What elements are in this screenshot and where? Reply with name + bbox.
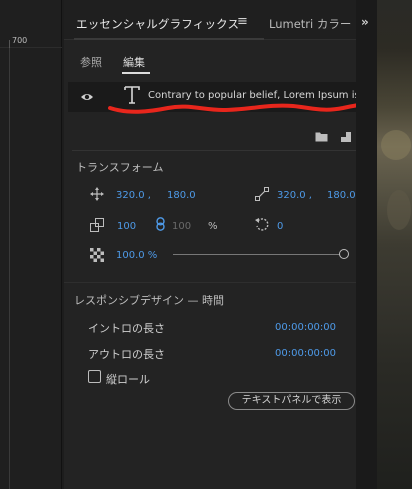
- panel-tab-bar: エッセンシャルグラフィックス ≡ Lumetri カラー: [64, 0, 376, 40]
- opacity-slider-handle[interactable]: [339, 249, 349, 259]
- chevron-double-right-icon[interactable]: »: [361, 15, 369, 29]
- section-divider: [64, 282, 376, 283]
- anchor-y-value[interactable]: 180.0: [327, 190, 356, 201]
- hamburger-icon[interactable]: ≡: [237, 14, 248, 29]
- opacity-icon: [90, 248, 104, 262]
- scale-unit: %: [208, 221, 218, 232]
- show-in-text-panel-button[interactable]: テキストパネルで表示: [228, 392, 355, 410]
- timeline-panel: 700: [0, 0, 62, 489]
- transform-section-title: トランスフォーム: [76, 161, 164, 174]
- responsive-design-title: レスポンシブデザイン — 時間: [74, 294, 224, 307]
- position-x-value[interactable]: 320.0 ,: [116, 190, 151, 201]
- position-y-value[interactable]: 180.0: [167, 190, 196, 201]
- timeline-track-line: [9, 48, 10, 489]
- outro-length-label: アウトロの長さ: [88, 348, 165, 361]
- time-ruler[interactable]: 700: [0, 36, 62, 48]
- rotation-icon: [255, 218, 269, 231]
- rotation-value[interactable]: 0: [277, 221, 283, 232]
- link-icon[interactable]: [154, 217, 168, 231]
- active-tab-indicator: [74, 38, 264, 40]
- new-layer-icon[interactable]: [340, 131, 352, 143]
- ruler-tick: [9, 40, 10, 48]
- intro-length-label: イントロの長さ: [88, 322, 165, 335]
- program-monitor-image: [377, 0, 412, 489]
- folder-icon[interactable]: [315, 131, 328, 142]
- scale-height-value: 100: [172, 221, 192, 232]
- anchor-x-value[interactable]: 320.0 ,: [277, 190, 312, 201]
- opacity-value[interactable]: 100.0 %: [116, 250, 157, 261]
- anchor-point-icon: [255, 187, 269, 201]
- roll-label: 縦ロール: [106, 373, 150, 386]
- tab-essential-graphics[interactable]: エッセンシャルグラフィックス: [76, 16, 239, 32]
- image-highlight: [387, 190, 411, 230]
- eye-icon[interactable]: [80, 92, 94, 102]
- image-highlight: [381, 130, 411, 160]
- position-icon: [90, 187, 104, 201]
- subtab-browse[interactable]: 参照: [80, 54, 102, 70]
- scale-icon: [90, 218, 104, 232]
- intro-length-value[interactable]: 00:00:00:00: [275, 322, 336, 333]
- ruler-label: 700: [12, 36, 28, 45]
- roll-checkbox[interactable]: [88, 370, 101, 383]
- section-divider: [72, 150, 372, 151]
- subtab-edit[interactable]: 編集: [123, 54, 145, 70]
- opacity-slider-track[interactable]: [173, 254, 342, 255]
- red-underline-annotation: [108, 101, 376, 114]
- outro-length-value[interactable]: 00:00:00:00: [275, 348, 336, 359]
- subtab-active-indicator: [122, 72, 150, 74]
- scale-value[interactable]: 100: [117, 221, 136, 232]
- panel-overflow-strip: [356, 0, 377, 489]
- essential-graphics-panel: エッセンシャルグラフィックス ≡ Lumetri カラー 参照 編集 Contr…: [64, 0, 376, 489]
